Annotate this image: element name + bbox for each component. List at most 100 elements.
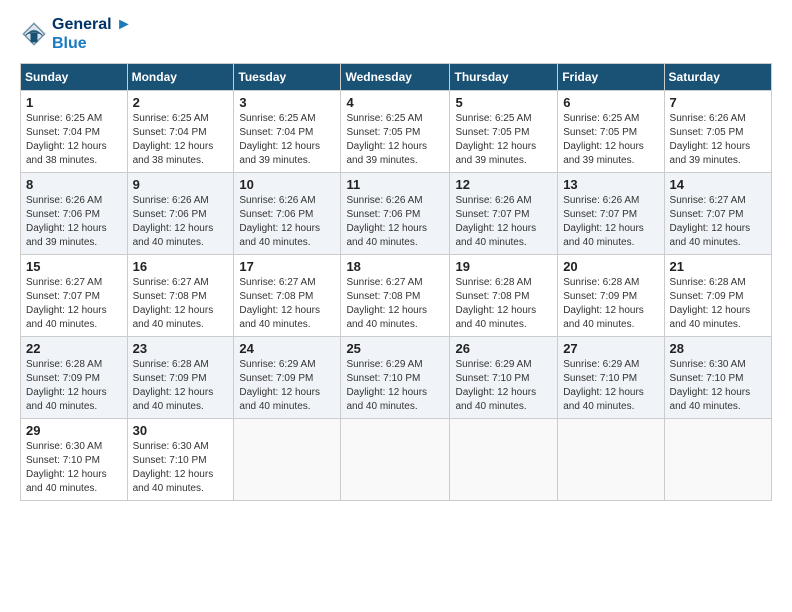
sunrise-label: Sunrise: 6:26 AM xyxy=(346,195,422,206)
daylight-label: Daylight: 12 hours and 40 minutes. xyxy=(670,305,751,330)
sunset-label: Sunset: 7:07 PM xyxy=(563,209,637,220)
calendar-week-1: 1 Sunrise: 6:25 AM Sunset: 7:04 PM Dayli… xyxy=(21,91,772,173)
sunrise-label: Sunrise: 6:25 AM xyxy=(26,113,102,124)
daylight-label: Daylight: 12 hours and 40 minutes. xyxy=(346,223,427,248)
sunset-label: Sunset: 7:04 PM xyxy=(133,127,207,138)
calendar-cell: 26 Sunrise: 6:29 AM Sunset: 7:10 PM Dayl… xyxy=(450,337,558,419)
sunset-label: Sunset: 7:07 PM xyxy=(670,209,744,220)
day-info: Sunrise: 6:28 AM Sunset: 7:09 PM Dayligh… xyxy=(26,358,122,414)
day-info: Sunrise: 6:27 AM Sunset: 7:07 PM Dayligh… xyxy=(670,194,766,250)
header-cell-monday: Monday xyxy=(127,64,234,91)
sunrise-label: Sunrise: 6:29 AM xyxy=(563,359,639,370)
day-number: 10 xyxy=(239,177,335,192)
day-number: 1 xyxy=(26,95,122,110)
calendar-cell: 27 Sunrise: 6:29 AM Sunset: 7:10 PM Dayl… xyxy=(558,337,664,419)
calendar-table: SundayMondayTuesdayWednesdayThursdayFrid… xyxy=(20,63,772,501)
sunset-label: Sunset: 7:09 PM xyxy=(563,291,637,302)
sunrise-label: Sunrise: 6:29 AM xyxy=(455,359,531,370)
day-number: 2 xyxy=(133,95,229,110)
sunset-label: Sunset: 7:09 PM xyxy=(26,373,100,384)
day-info: Sunrise: 6:27 AM Sunset: 7:07 PM Dayligh… xyxy=(26,276,122,332)
sunrise-label: Sunrise: 6:26 AM xyxy=(455,195,531,206)
day-number: 3 xyxy=(239,95,335,110)
sunset-label: Sunset: 7:08 PM xyxy=(133,291,207,302)
sunset-label: Sunset: 7:10 PM xyxy=(563,373,637,384)
day-number: 29 xyxy=(26,423,122,438)
day-number: 12 xyxy=(455,177,552,192)
calendar-cell: 22 Sunrise: 6:28 AM Sunset: 7:09 PM Dayl… xyxy=(21,337,128,419)
calendar-week-2: 8 Sunrise: 6:26 AM Sunset: 7:06 PM Dayli… xyxy=(21,173,772,255)
sunrise-label: Sunrise: 6:26 AM xyxy=(670,113,746,124)
daylight-label: Daylight: 12 hours and 40 minutes. xyxy=(239,387,320,412)
sunrise-label: Sunrise: 6:28 AM xyxy=(133,359,209,370)
calendar-cell: 12 Sunrise: 6:26 AM Sunset: 7:07 PM Dayl… xyxy=(450,173,558,255)
sunrise-label: Sunrise: 6:26 AM xyxy=(133,195,209,206)
calendar-cell xyxy=(558,419,664,501)
calendar-cell: 15 Sunrise: 6:27 AM Sunset: 7:07 PM Dayl… xyxy=(21,255,128,337)
sunrise-label: Sunrise: 6:28 AM xyxy=(670,277,746,288)
day-info: Sunrise: 6:29 AM Sunset: 7:09 PM Dayligh… xyxy=(239,358,335,414)
daylight-label: Daylight: 12 hours and 40 minutes. xyxy=(26,305,107,330)
sunrise-label: Sunrise: 6:27 AM xyxy=(239,277,315,288)
calendar-cell: 13 Sunrise: 6:26 AM Sunset: 7:07 PM Dayl… xyxy=(558,173,664,255)
daylight-label: Daylight: 12 hours and 38 minutes. xyxy=(133,141,214,166)
sunrise-label: Sunrise: 6:30 AM xyxy=(26,441,102,452)
calendar-cell: 10 Sunrise: 6:26 AM Sunset: 7:06 PM Dayl… xyxy=(234,173,341,255)
daylight-label: Daylight: 12 hours and 39 minutes. xyxy=(26,223,107,248)
day-number: 5 xyxy=(455,95,552,110)
sunset-label: Sunset: 7:05 PM xyxy=(455,127,529,138)
day-info: Sunrise: 6:26 AM Sunset: 7:07 PM Dayligh… xyxy=(455,194,552,250)
sunrise-label: Sunrise: 6:25 AM xyxy=(346,113,422,124)
calendar-cell: 25 Sunrise: 6:29 AM Sunset: 7:10 PM Dayl… xyxy=(341,337,450,419)
day-number: 6 xyxy=(563,95,658,110)
calendar-cell: 2 Sunrise: 6:25 AM Sunset: 7:04 PM Dayli… xyxy=(127,91,234,173)
sunset-label: Sunset: 7:05 PM xyxy=(563,127,637,138)
day-info: Sunrise: 6:26 AM Sunset: 7:06 PM Dayligh… xyxy=(133,194,229,250)
day-number: 7 xyxy=(670,95,766,110)
day-info: Sunrise: 6:28 AM Sunset: 7:09 PM Dayligh… xyxy=(563,276,658,332)
sunset-label: Sunset: 7:05 PM xyxy=(346,127,420,138)
sunrise-label: Sunrise: 6:28 AM xyxy=(26,359,102,370)
calendar-cell: 8 Sunrise: 6:26 AM Sunset: 7:06 PM Dayli… xyxy=(21,173,128,255)
daylight-label: Daylight: 12 hours and 40 minutes. xyxy=(239,223,320,248)
day-info: Sunrise: 6:26 AM Sunset: 7:05 PM Dayligh… xyxy=(670,112,766,168)
day-info: Sunrise: 6:26 AM Sunset: 7:07 PM Dayligh… xyxy=(563,194,658,250)
calendar-cell: 1 Sunrise: 6:25 AM Sunset: 7:04 PM Dayli… xyxy=(21,91,128,173)
day-number: 13 xyxy=(563,177,658,192)
sunset-label: Sunset: 7:08 PM xyxy=(239,291,313,302)
logo-text: General ► Blue xyxy=(52,15,132,53)
day-info: Sunrise: 6:26 AM Sunset: 7:06 PM Dayligh… xyxy=(26,194,122,250)
sunset-label: Sunset: 7:09 PM xyxy=(239,373,313,384)
sunset-label: Sunset: 7:06 PM xyxy=(133,209,207,220)
sunrise-label: Sunrise: 6:28 AM xyxy=(455,277,531,288)
day-number: 27 xyxy=(563,341,658,356)
day-info: Sunrise: 6:25 AM Sunset: 7:04 PM Dayligh… xyxy=(26,112,122,168)
logo: General ► Blue xyxy=(20,15,132,53)
daylight-label: Daylight: 12 hours and 40 minutes. xyxy=(346,305,427,330)
day-info: Sunrise: 6:28 AM Sunset: 7:09 PM Dayligh… xyxy=(133,358,229,414)
sunrise-label: Sunrise: 6:27 AM xyxy=(133,277,209,288)
daylight-label: Daylight: 12 hours and 39 minutes. xyxy=(563,141,644,166)
day-number: 21 xyxy=(670,259,766,274)
daylight-label: Daylight: 12 hours and 40 minutes. xyxy=(563,223,644,248)
day-number: 30 xyxy=(133,423,229,438)
day-number: 23 xyxy=(133,341,229,356)
daylight-label: Daylight: 12 hours and 40 minutes. xyxy=(563,305,644,330)
daylight-label: Daylight: 12 hours and 40 minutes. xyxy=(133,223,214,248)
sunset-label: Sunset: 7:07 PM xyxy=(26,291,100,302)
sunset-label: Sunset: 7:08 PM xyxy=(346,291,420,302)
header: General ► Blue xyxy=(20,15,772,53)
sunset-label: Sunset: 7:10 PM xyxy=(455,373,529,384)
day-info: Sunrise: 6:27 AM Sunset: 7:08 PM Dayligh… xyxy=(133,276,229,332)
sunset-label: Sunset: 7:08 PM xyxy=(455,291,529,302)
calendar-cell: 24 Sunrise: 6:29 AM Sunset: 7:09 PM Dayl… xyxy=(234,337,341,419)
sunrise-label: Sunrise: 6:27 AM xyxy=(346,277,422,288)
sunrise-label: Sunrise: 6:25 AM xyxy=(239,113,315,124)
sunset-label: Sunset: 7:10 PM xyxy=(133,455,207,466)
day-info: Sunrise: 6:25 AM Sunset: 7:05 PM Dayligh… xyxy=(455,112,552,168)
sunset-label: Sunset: 7:05 PM xyxy=(670,127,744,138)
day-number: 8 xyxy=(26,177,122,192)
calendar-cell: 11 Sunrise: 6:26 AM Sunset: 7:06 PM Dayl… xyxy=(341,173,450,255)
header-cell-sunday: Sunday xyxy=(21,64,128,91)
daylight-label: Daylight: 12 hours and 40 minutes. xyxy=(455,223,536,248)
